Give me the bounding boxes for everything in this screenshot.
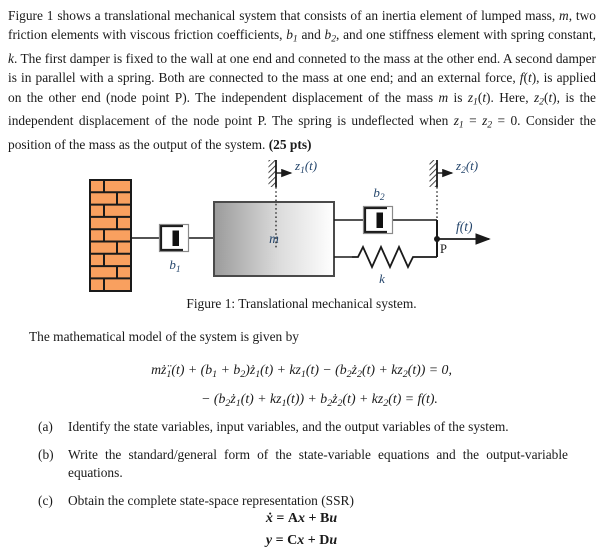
displacement-z2-indicator: z2(t) bbox=[429, 158, 478, 220]
question-text-c: Obtain the complete state-space represen… bbox=[68, 492, 354, 508]
question-item-b: (b) Write the standard/general form of t… bbox=[38, 446, 568, 483]
damper-b1: b1 bbox=[131, 223, 214, 275]
question-item-a: (a) Identify the state variables, input … bbox=[38, 418, 568, 437]
question-list: (a) Identify the state variables, input … bbox=[38, 418, 568, 519]
spring-k-label: k bbox=[379, 271, 385, 286]
damper-b1-label: b1 bbox=[169, 257, 180, 275]
figure-caption: Figure 1: Translational mechanical syste… bbox=[186, 296, 417, 311]
ssr-state-equation: ẋ = Ax + Bu bbox=[265, 511, 338, 526]
system-diagram: b1 m z1(t) b2 k P z2(t) f(t) bbox=[0, 152, 603, 302]
question-marker-a: (a) bbox=[38, 419, 53, 434]
question-text-a: Identify the state variables, input vari… bbox=[68, 419, 509, 434]
equation-line-1: mż̈1(t) + (b1 + b2)ż1(t) + kz1(t) − (b2ż… bbox=[151, 362, 452, 380]
points-label: (25 pts) bbox=[268, 137, 312, 153]
ssr-output-equation: y = Cx + Du bbox=[265, 533, 338, 548]
question-text-b: Write the standard/general form of the s… bbox=[68, 446, 568, 481]
damper-b2: b2 bbox=[334, 185, 437, 235]
force-arrow: f(t) bbox=[437, 219, 491, 245]
damper-b2-label: b2 bbox=[373, 185, 385, 203]
governing-equations: mż̈1(t) + (b1 + b2)ż1(t) + kz1(t) − (b2ż… bbox=[0, 358, 603, 416]
equation-line-2: − (b2ż1(t) + kz1(t)) + b2ż2(t) + kz2(t) … bbox=[201, 390, 438, 409]
node-p-label: P bbox=[440, 242, 447, 256]
force-label: f(t) bbox=[456, 219, 473, 234]
problem-statement: Figure 1 shows a translational mechanica… bbox=[8, 8, 597, 153]
displacement-z1-label: z1(t) bbox=[294, 158, 317, 176]
math-model-intro: The mathematical model of the system is … bbox=[29, 329, 299, 344]
spring-k: k bbox=[334, 244, 437, 286]
question-marker-b: (b) bbox=[38, 446, 54, 462]
wall-fixture bbox=[89, 179, 132, 292]
mass-label: m bbox=[269, 231, 279, 246]
displacement-z2-label: z2(t) bbox=[455, 158, 478, 176]
mass-block: m bbox=[213, 201, 335, 277]
worksheet-page: Figure 1 shows a translational mechanica… bbox=[0, 0, 603, 557]
ssr-equations: ẋ = Ax + Bu y = Cx + Du bbox=[0, 508, 603, 552]
